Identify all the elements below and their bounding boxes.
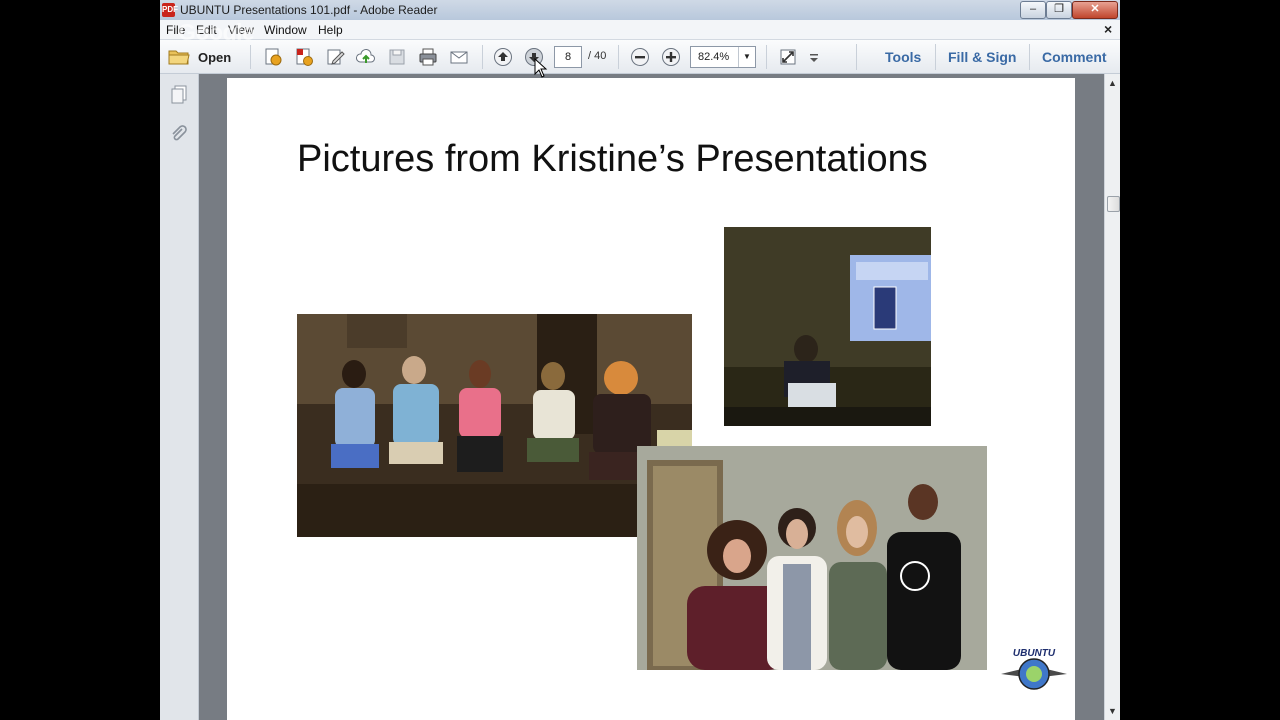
page-total: / 40 xyxy=(588,50,607,62)
menu-window[interactable]: Window xyxy=(264,23,307,37)
toolbar-separator xyxy=(618,45,619,69)
maximize-button[interactable]: ❐ xyxy=(1046,1,1072,19)
photo-group-standing xyxy=(637,446,987,670)
scrollbar-thumb[interactable] xyxy=(1107,196,1120,212)
scroll-up-arrow-icon[interactable]: ▲ xyxy=(1108,78,1117,88)
adobe-reader-app-icon[interactable]: PDF xyxy=(162,3,178,17)
close-window-button[interactable]: ✕ xyxy=(1072,1,1118,19)
main-toolbar: Open 8 / 40 82.4% ▼ Tools Fill & Sign Co… xyxy=(160,40,1120,74)
photo-projector-presentation xyxy=(724,227,931,426)
comment-tab[interactable]: Comment xyxy=(1042,49,1107,65)
open-button[interactable]: Open xyxy=(168,46,231,68)
document-view[interactable]: Pictures from Kristine’s Presentations U… xyxy=(199,74,1104,720)
close-document-button[interactable]: × xyxy=(1104,21,1112,37)
slide-title: Pictures from Kristine’s Presentations xyxy=(297,138,928,180)
open-label: Open xyxy=(198,49,232,65)
edit-document-icon[interactable] xyxy=(325,47,345,67)
create-pdf-icon[interactable] xyxy=(263,47,283,67)
menu-help[interactable]: Help xyxy=(318,23,343,37)
save-icon[interactable] xyxy=(387,47,407,67)
fit-page-icon[interactable] xyxy=(778,47,798,67)
minimize-button[interactable]: – xyxy=(1020,1,1046,19)
upload-cloud-icon[interactable] xyxy=(356,47,376,67)
adobe-reader-window: PDF UBUNTU Presentations 101.pdf - Adobe… xyxy=(160,0,1120,720)
toolbar-separator xyxy=(856,44,857,70)
scroll-down-arrow-icon[interactable]: ▼ xyxy=(1108,706,1117,716)
folder-icon xyxy=(168,50,190,65)
title-bar: PDF UBUNTU Presentations 101.pdf - Adobe… xyxy=(160,0,1120,21)
toolbar-separator xyxy=(935,44,936,70)
attachments-paperclip-icon[interactable] xyxy=(169,124,189,144)
zoom-out-icon[interactable] xyxy=(630,47,650,67)
email-icon[interactable] xyxy=(449,47,469,67)
pdf-page: Pictures from Kristine’s Presentations U… xyxy=(227,78,1075,720)
zoom-select[interactable]: 82.4% ▼ xyxy=(690,46,756,68)
ubuntu-logo-text: UBUNTU xyxy=(1013,648,1056,659)
navigation-pane xyxy=(160,74,199,720)
toolbar-separator xyxy=(1029,44,1030,70)
photo-group-seated xyxy=(297,314,692,537)
tools-tab[interactable]: Tools xyxy=(885,49,921,65)
zoom-value: 82.4% xyxy=(698,51,730,63)
menu-bar: File Edit View Window Help × xyxy=(160,20,1120,40)
previous-page-icon[interactable] xyxy=(493,47,513,67)
page-number-input[interactable]: 8 xyxy=(554,46,582,68)
page-thumbnails-icon[interactable] xyxy=(169,84,189,104)
combine-files-icon[interactable] xyxy=(294,47,314,67)
vertical-scrollbar[interactable]: ▲ ▼ xyxy=(1104,74,1120,720)
toolbar-separator xyxy=(766,45,767,69)
print-icon[interactable] xyxy=(418,47,438,67)
chevron-down-icon[interactable]: ▼ xyxy=(738,47,755,67)
toolbar-separator xyxy=(250,45,251,69)
zoom-in-icon[interactable] xyxy=(661,47,681,67)
ubuntu-logo: UBUNTU xyxy=(999,644,1069,696)
mouse-cursor-icon xyxy=(534,58,548,78)
window-title: UBUNTU Presentations 101.pdf - Adobe Rea… xyxy=(180,3,438,17)
customize-toolbar-icon[interactable] xyxy=(808,47,820,67)
fill-sign-tab[interactable]: Fill & Sign xyxy=(948,49,1016,65)
toolbar-separator xyxy=(482,45,483,69)
